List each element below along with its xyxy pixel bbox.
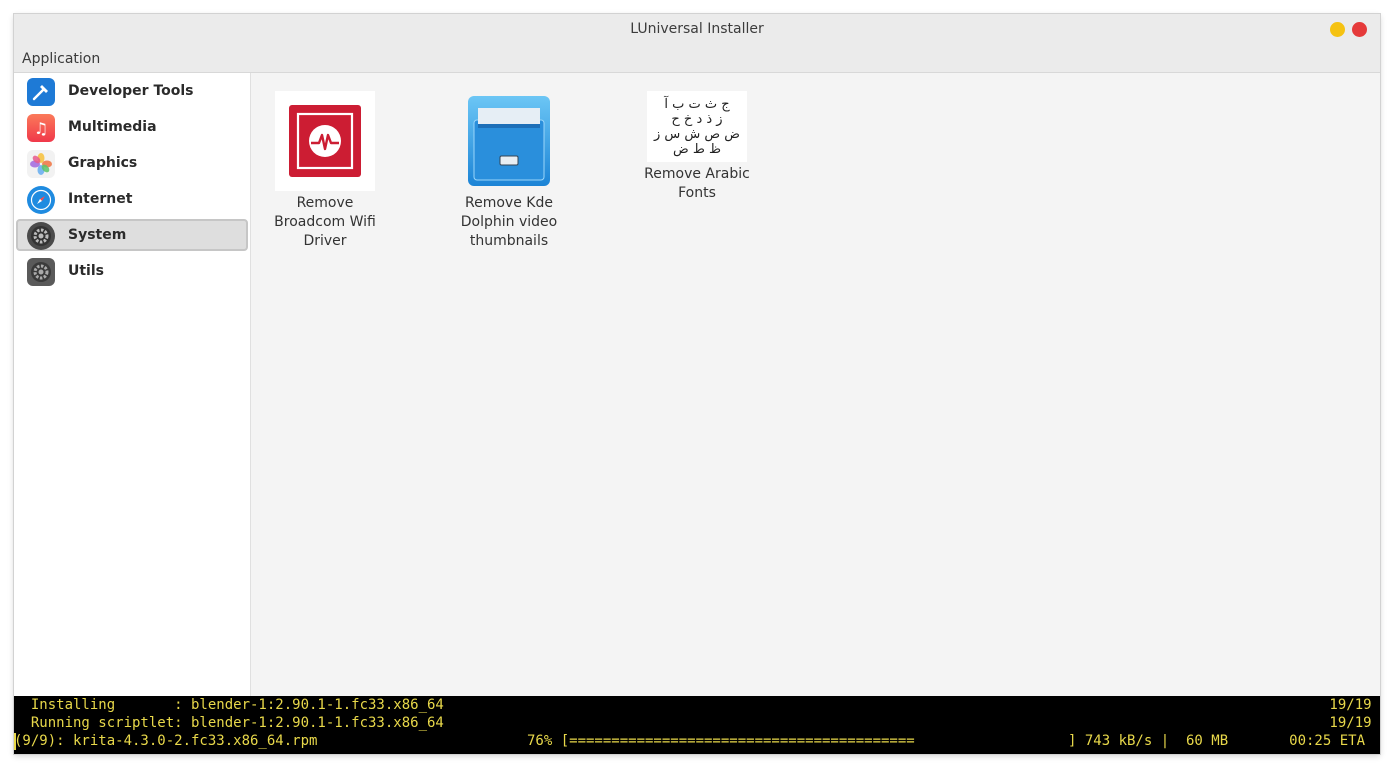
sidebar-item-internet[interactable]: Internet xyxy=(16,183,248,215)
terminal-progress-line: (9/9): krita-4.3.0-2.fc33.x86_64.rpm 76%… xyxy=(14,733,1365,750)
app-label: Remove Broadcom Wifi Driver xyxy=(274,195,376,249)
sidebar-item-system[interactable]: System xyxy=(16,219,248,251)
file-cabinet-icon xyxy=(459,91,559,191)
compass-icon xyxy=(27,186,55,214)
broadcom-logo-icon xyxy=(275,91,375,191)
app-grid: Remove Broadcom Wifi Driver Remove Kde D… xyxy=(251,73,1380,696)
app-label: Remove Arabic Fonts xyxy=(644,166,750,201)
terminal-output: Installing : blender-1:2.90.1-1.fc33.x86… xyxy=(14,696,1380,754)
sidebar-item-utils[interactable]: Utils xyxy=(16,255,248,287)
app-item-broadcom[interactable]: Remove Broadcom Wifi Driver xyxy=(265,91,385,251)
menu-bar: Application xyxy=(14,46,1380,73)
sidebar-item-multimedia[interactable]: ♫ Multimedia xyxy=(16,111,248,143)
installer-window: LUniversal Installer Application Develop… xyxy=(14,14,1380,754)
hammer-icon xyxy=(27,78,55,106)
music-note-icon: ♫ xyxy=(27,114,55,142)
arabic-letters-icon: ج ث ت ب آ ز ذ د خ ح ض ص ش س ز ظ ط ض xyxy=(647,91,747,162)
terminal-line: Running scriptlet: blender-1:2.90.1-1.fc… xyxy=(14,715,1380,731)
app-item-arabic-fonts[interactable]: ج ث ت ب آ ز ذ د خ ح ض ص ش س ز ظ ط ض Remo… xyxy=(637,91,757,203)
app-label: Remove Kde Dolphin video thumbnails xyxy=(460,195,558,249)
terminal-progress-bar: 76% [===================================… xyxy=(527,733,915,749)
window-title: LUniversal Installer xyxy=(630,21,764,37)
sidebar-item-developer-tools[interactable]: Developer Tools xyxy=(16,75,248,107)
sidebar-item-label: Graphics xyxy=(68,155,138,171)
sidebar-item-label: Multimedia xyxy=(68,119,157,135)
menu-application[interactable]: Application xyxy=(22,51,100,67)
close-button[interactable] xyxy=(1352,22,1367,37)
terminal-line: Installing : blender-1:2.90.1-1.fc33.x86… xyxy=(14,697,1380,713)
app-item-dolphin-thumbnails[interactable]: Remove Kde Dolphin video thumbnails xyxy=(449,91,569,251)
minimize-button[interactable] xyxy=(1330,22,1345,37)
flower-icon xyxy=(27,150,55,178)
sidebar-item-label: Developer Tools xyxy=(68,83,194,99)
gear-icon xyxy=(27,222,55,250)
title-bar[interactable]: LUniversal Installer xyxy=(14,14,1380,46)
sidebar-item-graphics[interactable]: Graphics xyxy=(16,147,248,179)
sidebar-item-label: Internet xyxy=(68,191,133,207)
sidebar-item-label: System xyxy=(68,227,127,243)
sidebar-item-label: Utils xyxy=(68,263,104,279)
gear-icon xyxy=(27,258,55,286)
category-sidebar: Developer Tools ♫ Multimedia Graphics In… xyxy=(14,73,251,696)
